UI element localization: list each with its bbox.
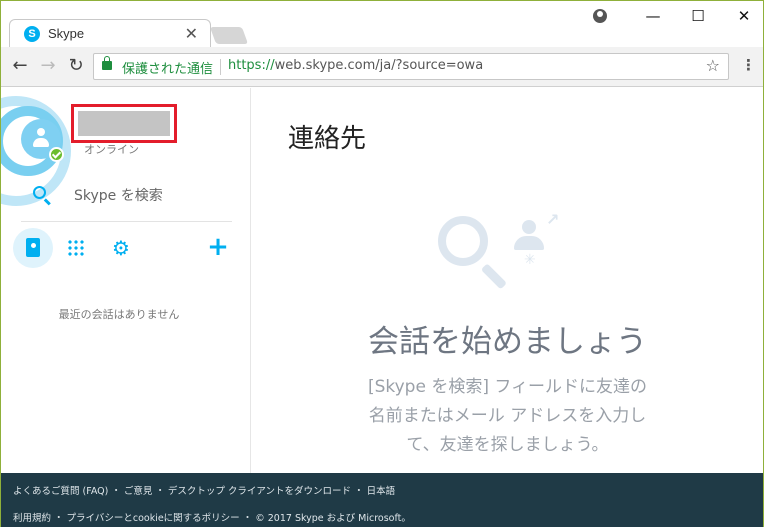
footer-links-1[interactable]: よくあるご質問 (FAQ) ・ ご意見 ・ デスクトップ クライアントをダウンロ… — [13, 483, 395, 497]
contacts-panel: 連絡先 ↗ ✳ 会話を始めましょう [Skype を検索] フィールドに友達の … — [252, 88, 763, 473]
secure-connection-label[interactable]: 保護された通信 — [122, 58, 213, 77]
bookmark-star-icon[interactable]: ☆ — [706, 56, 720, 75]
contacts-book-icon[interactable] — [13, 228, 53, 268]
skype-logo-icon: S — [24, 26, 40, 42]
browser-toolbar: ← → ↻ 保護された通信 https://web.skype.com/ja/?… — [1, 47, 763, 87]
gear-icon[interactable]: ⚙ — [110, 237, 132, 259]
dialpad-icon[interactable] — [67, 239, 85, 257]
footer-links-2[interactable]: 利用規約 ・ プライバシーとcookieに関するポリシー ・ © 2017 Sk… — [13, 510, 411, 524]
empty-state-body: [Skype を検索] フィールドに友達の 名前またはメール アドレスを入力し … — [342, 373, 673, 460]
person-icon — [514, 220, 544, 252]
browser-window: S Skype ✕ — ☐ ✕ ← → ↻ 保護された通信 https://we… — [0, 0, 764, 527]
url-scheme: https:// — [228, 58, 275, 73]
sidebar-actions: ⚙ + — [13, 228, 237, 268]
online-status-icon — [49, 147, 64, 162]
magnifier-icon — [438, 216, 488, 266]
body-line-1: [Skype を検索] フィールドに友達の — [367, 377, 648, 397]
search-icon — [33, 186, 46, 199]
skype-search-button[interactable]: Skype を検索 — [21, 176, 231, 212]
sidebar-divider — [21, 221, 232, 222]
empty-state-illustration: ↗ ✳ — [438, 210, 568, 300]
address-bar[interactable]: 保護された通信 https://web.skype.com/ja/?source… — [93, 53, 729, 80]
empty-state-headline: 会話を始めましょう — [368, 324, 647, 360]
body-line-3: て、友達を探しましょう。 — [406, 435, 609, 455]
new-tab-button[interactable] — [209, 27, 249, 44]
maximize-button[interactable]: ☐ — [686, 5, 710, 27]
address-separator — [220, 59, 221, 75]
reload-icon[interactable]: ↻ — [65, 55, 87, 77]
browser-menu-icon[interactable]: ⋮ — [741, 56, 756, 74]
url-path: web.skype.com/ja/?source=owa — [274, 58, 484, 73]
back-arrow-icon[interactable]: ← — [9, 55, 31, 77]
add-icon[interactable]: + — [206, 234, 230, 260]
redaction-block — [78, 111, 170, 136]
presence-status[interactable]: オンライン — [84, 141, 139, 157]
tab-strip: S Skype ✕ — ☐ ✕ — [1, 1, 763, 47]
sparkle-icon: ✳ — [524, 252, 536, 268]
footer: よくあるご質問 (FAQ) ・ ご意見 ・ デスクトップ クライアントをダウンロ… — [1, 473, 763, 527]
body-line-2: 名前またはメール アドレスを入力し — [368, 406, 647, 426]
empty-recent-conversations: 最近の会話はありません — [58, 308, 180, 321]
url-text[interactable]: https://web.skype.com/ja/?source=owa — [228, 58, 483, 73]
tab-skype[interactable]: S Skype ✕ — [9, 19, 211, 47]
page-title: 連絡先 — [288, 124, 367, 154]
profile-icon[interactable] — [593, 9, 607, 23]
profile-name-redacted[interactable] — [71, 104, 177, 143]
sidebar: オンライン Skype を検索 ⚙ + 最近の会話はありません — [1, 88, 251, 473]
arrow-icon: ↗ — [546, 210, 560, 229]
skype-app: オンライン Skype を検索 ⚙ + 最近の会話はありません 連絡先 ↗ ✳ — [1, 88, 763, 473]
person-icon — [33, 128, 49, 150]
tab-title: Skype — [48, 26, 85, 41]
minimize-button[interactable]: — — [641, 5, 665, 27]
lock-icon — [102, 56, 112, 70]
search-label: Skype を検索 — [74, 188, 163, 204]
close-window-button[interactable]: ✕ — [732, 5, 756, 27]
forward-arrow-icon[interactable]: → — [37, 55, 59, 77]
tab-close-icon[interactable]: ✕ — [185, 24, 198, 43]
